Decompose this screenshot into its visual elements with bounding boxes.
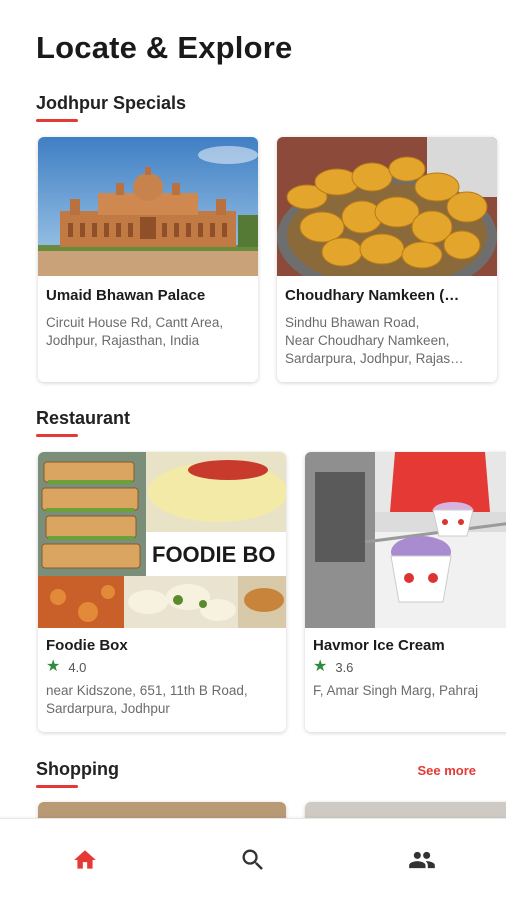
restaurant-address: near Kidszone, 651, 11th B Road, Sardarp… xyxy=(46,683,248,716)
rating: ★ 4.0 xyxy=(46,659,86,675)
place-image xyxy=(277,137,497,276)
rating-value: 3.6 xyxy=(335,659,354,675)
place-card-choudhary-namkeen[interactable]: Choudhary Namkeen (… Sindhu Bhawan Road,… xyxy=(277,137,497,382)
section-heading-restaurant: Restaurant xyxy=(36,408,131,428)
place-title: Umaid Bhawan Palace xyxy=(46,287,206,304)
restaurant-title: Foodie Box xyxy=(46,637,128,654)
section-underline xyxy=(36,785,78,788)
section-underline xyxy=(36,119,78,122)
rating: ★ 3.6 xyxy=(313,659,353,675)
see-more-link[interactable]: See more xyxy=(417,763,476,778)
restaurant-title: Havmor Ice Cream xyxy=(313,637,445,654)
place-address: Sindhu Bhawan Road, Near Choudhary Namke… xyxy=(285,314,489,368)
nav-search-button[interactable] xyxy=(233,843,273,877)
place-title: Choudhary Namkeen (… xyxy=(285,287,460,304)
bottom-nav xyxy=(0,818,506,900)
address-line: Near Choudhary Namkeen, xyxy=(285,333,450,348)
address-line: Sindhu Bhawan Road, xyxy=(285,315,420,330)
section-underline xyxy=(36,434,78,437)
restaurant-address: F, Amar Singh Marg, Pahraj xyxy=(313,683,479,698)
restaurant-card-havmor[interactable]: Havmor Ice Cream ★ 3.6 F, Amar Singh Mar… xyxy=(305,452,506,732)
place-address: Circuit House Rd, Cantt Area, Jodhpur, R… xyxy=(46,315,224,348)
star-icon: ★ xyxy=(46,658,61,675)
search-icon xyxy=(242,849,263,870)
section-heading-shopping: Shopping xyxy=(36,759,119,779)
page-title: Locate & Explore xyxy=(36,30,293,65)
nav-home-button[interactable] xyxy=(65,843,105,877)
home-icon xyxy=(74,850,96,869)
star-icon: ★ xyxy=(313,658,328,675)
restaurant-image-text: FOODIE BO xyxy=(152,542,275,567)
restaurant-image: FOODIE BO xyxy=(38,452,286,628)
people-icon xyxy=(409,851,435,869)
place-image xyxy=(38,137,258,276)
restaurant-card-foodie-box[interactable]: FOODIE BO Foodie Box ★ 4.0 near Kidszone… xyxy=(38,452,286,732)
section-heading-specials: Jodhpur Specials xyxy=(36,93,187,113)
address-line: Sardarpura, Jodhpur, Rajas… xyxy=(285,351,464,366)
place-card-umaid-bhawan[interactable]: Umaid Bhawan Palace Circuit House Rd, Ca… xyxy=(38,137,258,382)
rating-value: 4.0 xyxy=(68,659,87,675)
restaurant-image xyxy=(305,452,506,628)
nav-people-button[interactable] xyxy=(402,843,442,877)
